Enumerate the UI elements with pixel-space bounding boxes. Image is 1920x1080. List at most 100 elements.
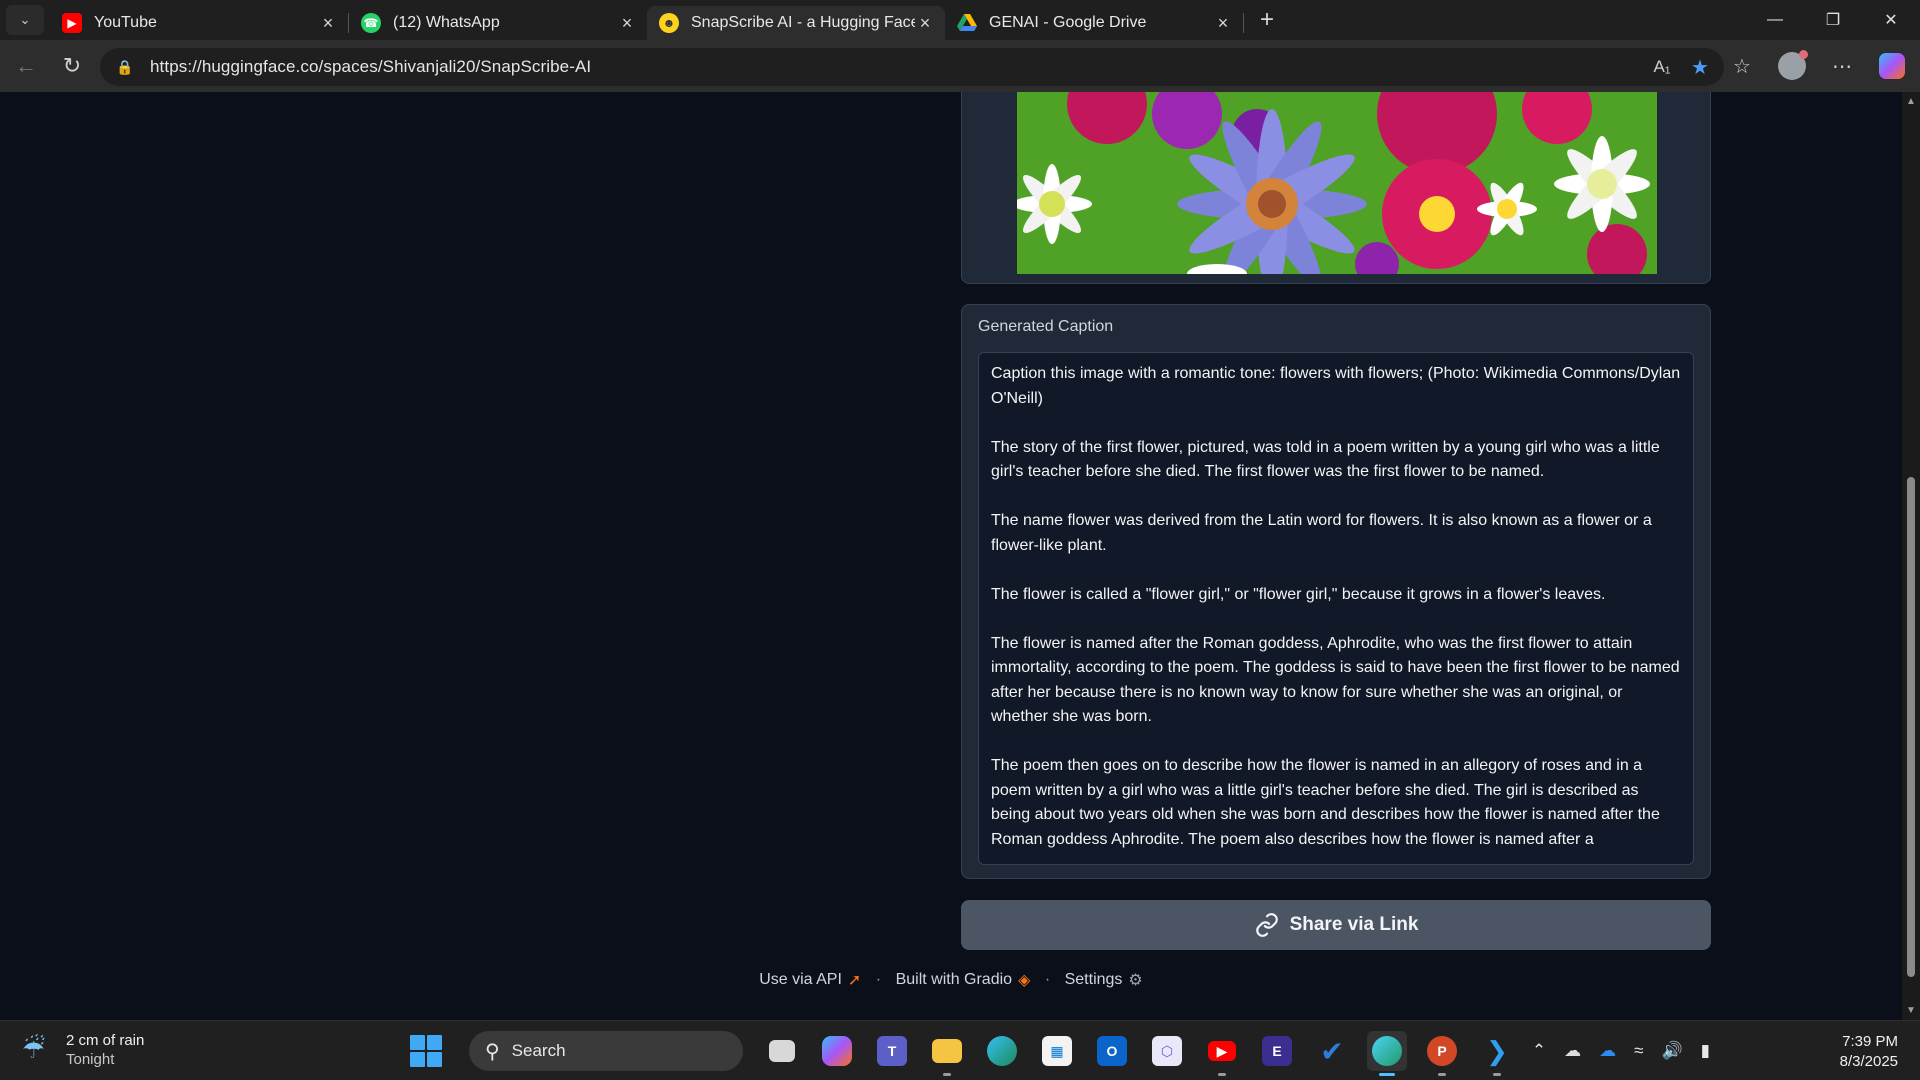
scroll-up-icon[interactable]: ▲ bbox=[1906, 96, 1916, 107]
vscode-app[interactable]: ❯ bbox=[1477, 1031, 1517, 1076]
start-button[interactable] bbox=[410, 1035, 442, 1067]
volume-icon[interactable]: 🔊 bbox=[1661, 1041, 1682, 1061]
edge-icon bbox=[987, 1036, 1017, 1066]
favorites-button[interactable]: ☆ bbox=[1722, 46, 1762, 86]
share-via-link-button[interactable]: Share via Link bbox=[961, 900, 1711, 950]
tab-youtube[interactable]: ▶ YouTube × bbox=[50, 6, 348, 40]
built-with-gradio-link[interactable]: Built with Gradio ◈ bbox=[896, 970, 1031, 990]
restore-icon: ❐ bbox=[1825, 12, 1841, 29]
weather-summary: 2 cm of rain bbox=[66, 1032, 145, 1049]
footer-separator: · bbox=[1044, 971, 1051, 988]
caption-textbox[interactable]: Caption this image with a romantic tone:… bbox=[978, 352, 1694, 865]
scrollbar-thumb[interactable] bbox=[1907, 477, 1915, 977]
youtube-app[interactable]: ▶ bbox=[1202, 1031, 1242, 1076]
windows-logo-icon bbox=[410, 1035, 425, 1050]
favorite-star-icon[interactable]: ★ bbox=[1688, 55, 1712, 80]
minimize-button[interactable]: — bbox=[1746, 0, 1804, 40]
arrow-left-icon: ← bbox=[15, 53, 37, 78]
site-info-icon[interactable]: 🔒 bbox=[116, 59, 136, 76]
system-clock[interactable]: 7:39 PM 8/3/2025 bbox=[1840, 1032, 1898, 1072]
battery-icon[interactable]: ▮ bbox=[1701, 1041, 1710, 1061]
refresh-button[interactable]: ↻ bbox=[52, 46, 92, 86]
tab-title: GENAI - Google Drive bbox=[989, 14, 1147, 31]
refresh-icon: ↻ bbox=[62, 53, 82, 78]
profile-button[interactable] bbox=[1772, 46, 1812, 86]
copilot-app[interactable] bbox=[817, 1031, 857, 1071]
favorites-icon: ☆ bbox=[1733, 55, 1751, 78]
copilot-icon bbox=[1879, 53, 1905, 79]
cloud-error-icon[interactable]: ☁ bbox=[1564, 1041, 1581, 1061]
browser-toolbar: ← ↻ 🔒 https://huggingface.co/spaces/Shiv… bbox=[0, 40, 1920, 92]
read-aloud-icon[interactable]: A₁ bbox=[1650, 57, 1674, 77]
settings-link[interactable]: Settings ⚙ bbox=[1065, 970, 1143, 990]
tab-snapscribe[interactable]: ☻ SnapScribe AI - a Hugging Face Sp × bbox=[647, 6, 945, 40]
close-window-button[interactable]: ✕ bbox=[1862, 0, 1920, 40]
close-icon[interactable]: × bbox=[617, 13, 637, 34]
back-button[interactable]: ← bbox=[6, 46, 46, 86]
close-icon: ✕ bbox=[1884, 12, 1898, 29]
task-view-icon bbox=[769, 1040, 795, 1062]
tab-title: YouTube bbox=[94, 14, 157, 31]
clock-time: 7:39 PM bbox=[1842, 1033, 1898, 1050]
image-output-panel bbox=[961, 92, 1711, 284]
hugging-face-icon: ☻ bbox=[659, 13, 679, 33]
chevron-down-icon: ⌄ bbox=[19, 12, 31, 27]
teams-app[interactable]: T bbox=[872, 1031, 912, 1071]
flower-image bbox=[1017, 92, 1657, 274]
tab-google-drive[interactable]: GENAI - Google Drive × bbox=[945, 6, 1243, 40]
page-scrollbar[interactable]: ▲ ▼ bbox=[1902, 92, 1920, 1020]
copilot-button[interactable] bbox=[1872, 46, 1912, 86]
tab-title: SnapScribe AI - a Hugging Face Sp bbox=[691, 14, 915, 31]
address-bar[interactable]: 🔒 https://huggingface.co/spaces/Shivanja… bbox=[100, 48, 1724, 86]
file-explorer-app[interactable] bbox=[927, 1031, 967, 1076]
search-label: Search bbox=[511, 1041, 566, 1060]
whatsapp-icon: ☎ bbox=[361, 13, 381, 33]
close-icon[interactable]: × bbox=[1213, 13, 1233, 34]
scroll-down-icon[interactable]: ▼ bbox=[1906, 1005, 1916, 1016]
tab-title: (12) WhatsApp bbox=[393, 14, 500, 31]
search-icon: ⚲ bbox=[485, 1040, 500, 1063]
close-icon[interactable]: × bbox=[318, 13, 338, 34]
google-drive-icon bbox=[957, 13, 977, 33]
api-link-label: Use via API bbox=[759, 971, 842, 988]
powerpoint-icon: P bbox=[1427, 1036, 1457, 1066]
new-tab-button[interactable]: + bbox=[1250, 5, 1284, 35]
store-icon: ▦ bbox=[1042, 1036, 1072, 1066]
gradio-link-label: Built with Gradio bbox=[895, 971, 1013, 988]
task-view-button[interactable] bbox=[762, 1031, 802, 1071]
chevron-up-icon[interactable]: ⌃ bbox=[1532, 1041, 1546, 1061]
footer-separator: · bbox=[875, 971, 882, 988]
settings-link-label: Settings bbox=[1064, 971, 1123, 988]
clock-date: 8/3/2025 bbox=[1839, 1053, 1898, 1070]
outlook-app[interactable]: O bbox=[1092, 1031, 1132, 1071]
folder-icon bbox=[932, 1039, 962, 1063]
weather-widget[interactable]: ☔ 2 cm of rain Tonight bbox=[22, 1031, 144, 1069]
checkmark-icon: ✔ bbox=[1320, 1035, 1344, 1067]
tab-whatsapp[interactable]: ☎ (12) WhatsApp × bbox=[349, 6, 647, 40]
youtube-icon: ▶ bbox=[62, 13, 82, 33]
wifi-icon[interactable]: ≈ bbox=[1634, 1041, 1643, 1061]
rocket-icon: ➚ bbox=[847, 972, 862, 989]
ellipsis-icon: ⋯ bbox=[1832, 55, 1852, 78]
taskbar-search[interactable]: ⚲ Search bbox=[469, 1031, 743, 1071]
dev-app[interactable]: ⬡ bbox=[1147, 1031, 1187, 1071]
tab-list-button[interactable]: ⌄ bbox=[6, 5, 44, 35]
todo-app[interactable]: ✔ bbox=[1312, 1031, 1352, 1071]
powerpoint-app[interactable]: P bbox=[1422, 1031, 1462, 1076]
microsoft-store-app[interactable]: ▦ bbox=[1037, 1031, 1077, 1071]
vscode-icon: ❯ bbox=[1486, 1035, 1508, 1066]
use-via-api-link[interactable]: Use via API ➚ bbox=[759, 970, 861, 990]
link-icon bbox=[1254, 912, 1280, 938]
edge-browser-active[interactable] bbox=[1367, 1031, 1407, 1076]
more-options-button[interactable]: ⋯ bbox=[1822, 46, 1862, 86]
gradio-logo-icon: ◈ bbox=[1018, 972, 1031, 989]
youtube-icon: ▶ bbox=[1208, 1041, 1236, 1061]
restore-button[interactable]: ❐ bbox=[1804, 0, 1862, 40]
onedrive-icon[interactable]: ☁ bbox=[1599, 1041, 1616, 1061]
gear-icon: ⚙ bbox=[1128, 972, 1143, 989]
close-icon[interactable]: × bbox=[915, 13, 935, 34]
edge-app[interactable] bbox=[982, 1031, 1022, 1071]
taskbar-apps: ⚲ Search T ▦ O ⬡ ▶ E ✔ P ❯ bbox=[410, 1027, 1517, 1076]
eclipse-app[interactable]: E bbox=[1257, 1031, 1297, 1071]
url-text[interactable]: https://huggingface.co/spaces/Shivanjali… bbox=[150, 57, 591, 77]
